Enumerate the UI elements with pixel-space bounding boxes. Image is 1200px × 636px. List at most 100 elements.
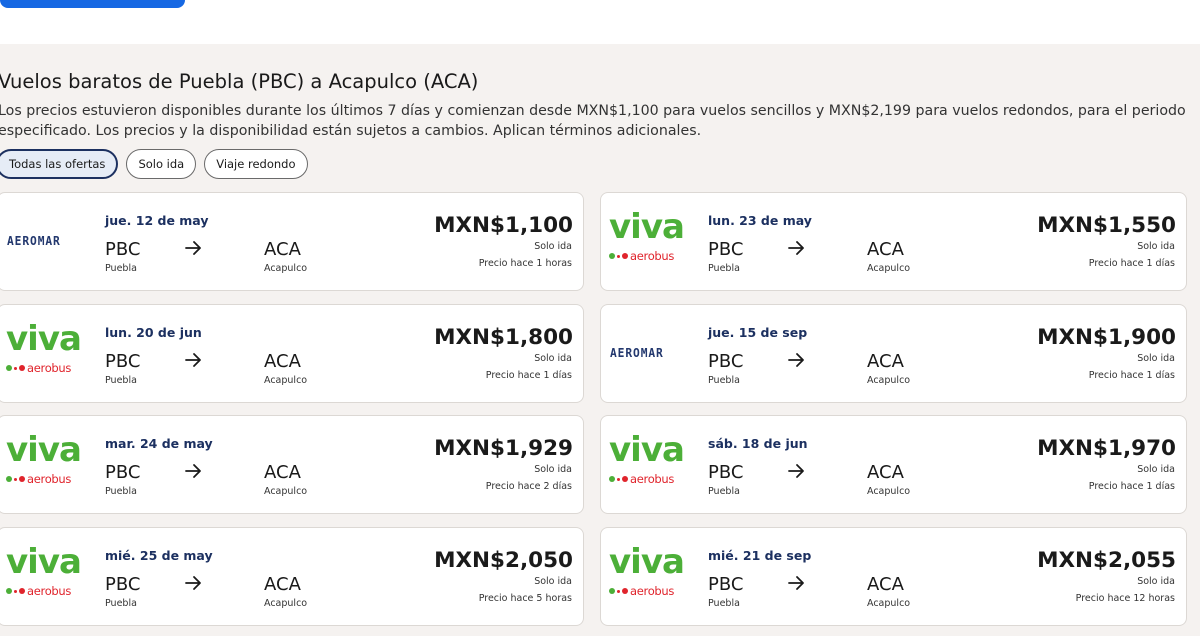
aerobus-wordmark: aerobus [6,361,71,375]
trip-type: Solo ida [1137,464,1175,475]
arrow-right-icon [185,353,201,367]
flight-deal-card[interactable]: viva aerobus mar. 24 de may PBC Puebla AC… [0,415,584,514]
viva-wordmark: viva [6,430,82,470]
destination-code: ACA [867,351,904,372]
deal-price: MXN$1,900 [1037,325,1176,350]
red-small-dot-icon [14,589,17,593]
filter-chips: Todas las ofertas Solo ida Viaje redondo [0,149,308,179]
origin-code: PBC [708,351,744,372]
arrow-right-icon [788,241,804,255]
origin-city: Puebla [105,263,137,274]
destination-code: ACA [867,239,904,260]
departure-date: jue. 15 de sep [708,325,808,340]
deal-price: MXN$1,929 [434,436,573,461]
origin-city: Puebla [708,263,740,274]
origin-city: Puebla [105,486,137,497]
red-small-dot-icon [14,366,17,370]
deal-price: MXN$1,800 [434,325,573,350]
price-updated: Precio hace 1 días [1088,481,1175,492]
destination-code: ACA [867,462,904,483]
trip-type: Solo ida [534,241,572,252]
origin-code: PBC [708,462,744,483]
red-small-dot-icon [14,477,17,481]
aerobus-text: aerobus [27,584,72,598]
aerobus-wordmark: aerobus [609,472,674,486]
aerobus-text: aerobus [630,249,675,263]
departure-date: lun. 20 de jun [105,325,202,340]
filter-round-trip[interactable]: Viaje redondo [204,149,308,179]
origin-city: Puebla [708,598,740,609]
search-button-edge[interactable] [0,0,185,8]
price-updated: Precio hace 5 horas [478,593,572,604]
destination-code: ACA [264,239,301,260]
red-dot-icon [19,588,25,594]
arrow-right-icon [788,353,804,367]
destination-city: Acapulco [264,598,308,609]
price-updated: Precio hace 1 días [485,370,572,381]
origin-code: PBC [708,574,744,595]
flight-deal-card[interactable]: viva aerobus mié. 21 de sep PBC Puebla AC… [600,527,1187,626]
aerobus-text: aerobus [630,472,675,486]
destination-city: Acapulco [867,598,911,609]
arrow-right-icon [788,464,804,478]
deals-description: Los precios estuvieron disponibles duran… [0,103,1186,139]
red-dot-icon [622,476,628,482]
departure-date: mar. 24 de may [105,436,213,451]
flight-deal-card[interactable]: viva aerobus mié. 25 de may PBC Puebla AC… [0,527,584,626]
price-updated: Precio hace 1 días [1088,370,1175,381]
filter-one-way[interactable]: Solo ida [126,149,197,179]
red-dot-icon [622,253,628,259]
trip-type: Solo ida [534,464,572,475]
aerobus-text: aerobus [27,361,72,375]
departure-date: lun. 23 de may [708,213,812,228]
aerobus-text: aerobus [27,472,72,486]
aerobus-wordmark: aerobus [609,584,674,598]
departure-date: mié. 25 de may [105,548,213,563]
flight-deal-card[interactable]: viva aerobus lun. 20 de jun PBC Puebla AC… [0,304,584,403]
green-dot-icon [609,588,615,594]
departure-date: sáb. 18 de jun [708,436,808,451]
flight-deal-card[interactable]: viva aerobus sáb. 18 de jun PBC Puebla AC… [600,415,1187,514]
viva-aerobus-logo: viva aerobus [0,305,98,402]
aerobus-wordmark: aerobus [609,249,674,263]
aeromar-wordmark: AEROMAR [610,345,664,360]
price-updated: Precio hace 1 horas [478,258,572,269]
destination-city: Acapulco [264,486,308,497]
flight-deal-card[interactable]: viva aerobus lun. 23 de may PBC Puebla AC… [600,192,1187,291]
origin-code: PBC [105,351,141,372]
viva-wordmark: viva [6,319,82,359]
destination-code: ACA [867,574,904,595]
green-dot-icon [6,476,12,482]
departure-date: jue. 12 de may [105,213,209,228]
price-updated: Precio hace 2 días [485,481,572,492]
destination-city: Acapulco [867,263,911,274]
aeromar-logo: AEROMAR [601,305,701,402]
destination-code: ACA [264,462,301,483]
deal-price: MXN$2,055 [1037,548,1176,573]
origin-code: PBC [105,574,141,595]
green-dot-icon [609,253,615,259]
green-dot-icon [6,588,12,594]
trip-type: Solo ida [534,576,572,587]
trip-type: Solo ida [1137,241,1175,252]
viva-aerobus-logo: viva aerobus [601,416,701,513]
aeromar-logo: AEROMAR [0,193,98,290]
origin-code: PBC [105,239,141,260]
deal-price: MXN$1,970 [1037,436,1176,461]
departure-date: mié. 21 de sep [708,548,812,563]
destination-city: Acapulco [264,263,308,274]
viva-aerobus-logo: viva aerobus [601,528,701,625]
deal-price: MXN$1,100 [434,213,573,238]
viva-aerobus-logo: viva aerobus [0,416,98,513]
destination-code: ACA [264,351,301,372]
destination-city: Acapulco [867,486,911,497]
origin-city: Puebla [708,375,740,386]
red-small-dot-icon [617,477,620,481]
flight-deal-card[interactable]: AEROMAR jue. 12 de may PBC Puebla ACA Ac… [0,192,584,291]
origin-code: PBC [105,462,141,483]
aerobus-text: aerobus [630,584,675,598]
destination-city: Acapulco [264,375,308,386]
aerobus-wordmark: aerobus [6,584,71,598]
filter-all-deals[interactable]: Todas las ofertas [0,149,119,179]
flight-deal-card[interactable]: AEROMAR jue. 15 de sep PBC Puebla ACA Ac… [600,304,1187,403]
